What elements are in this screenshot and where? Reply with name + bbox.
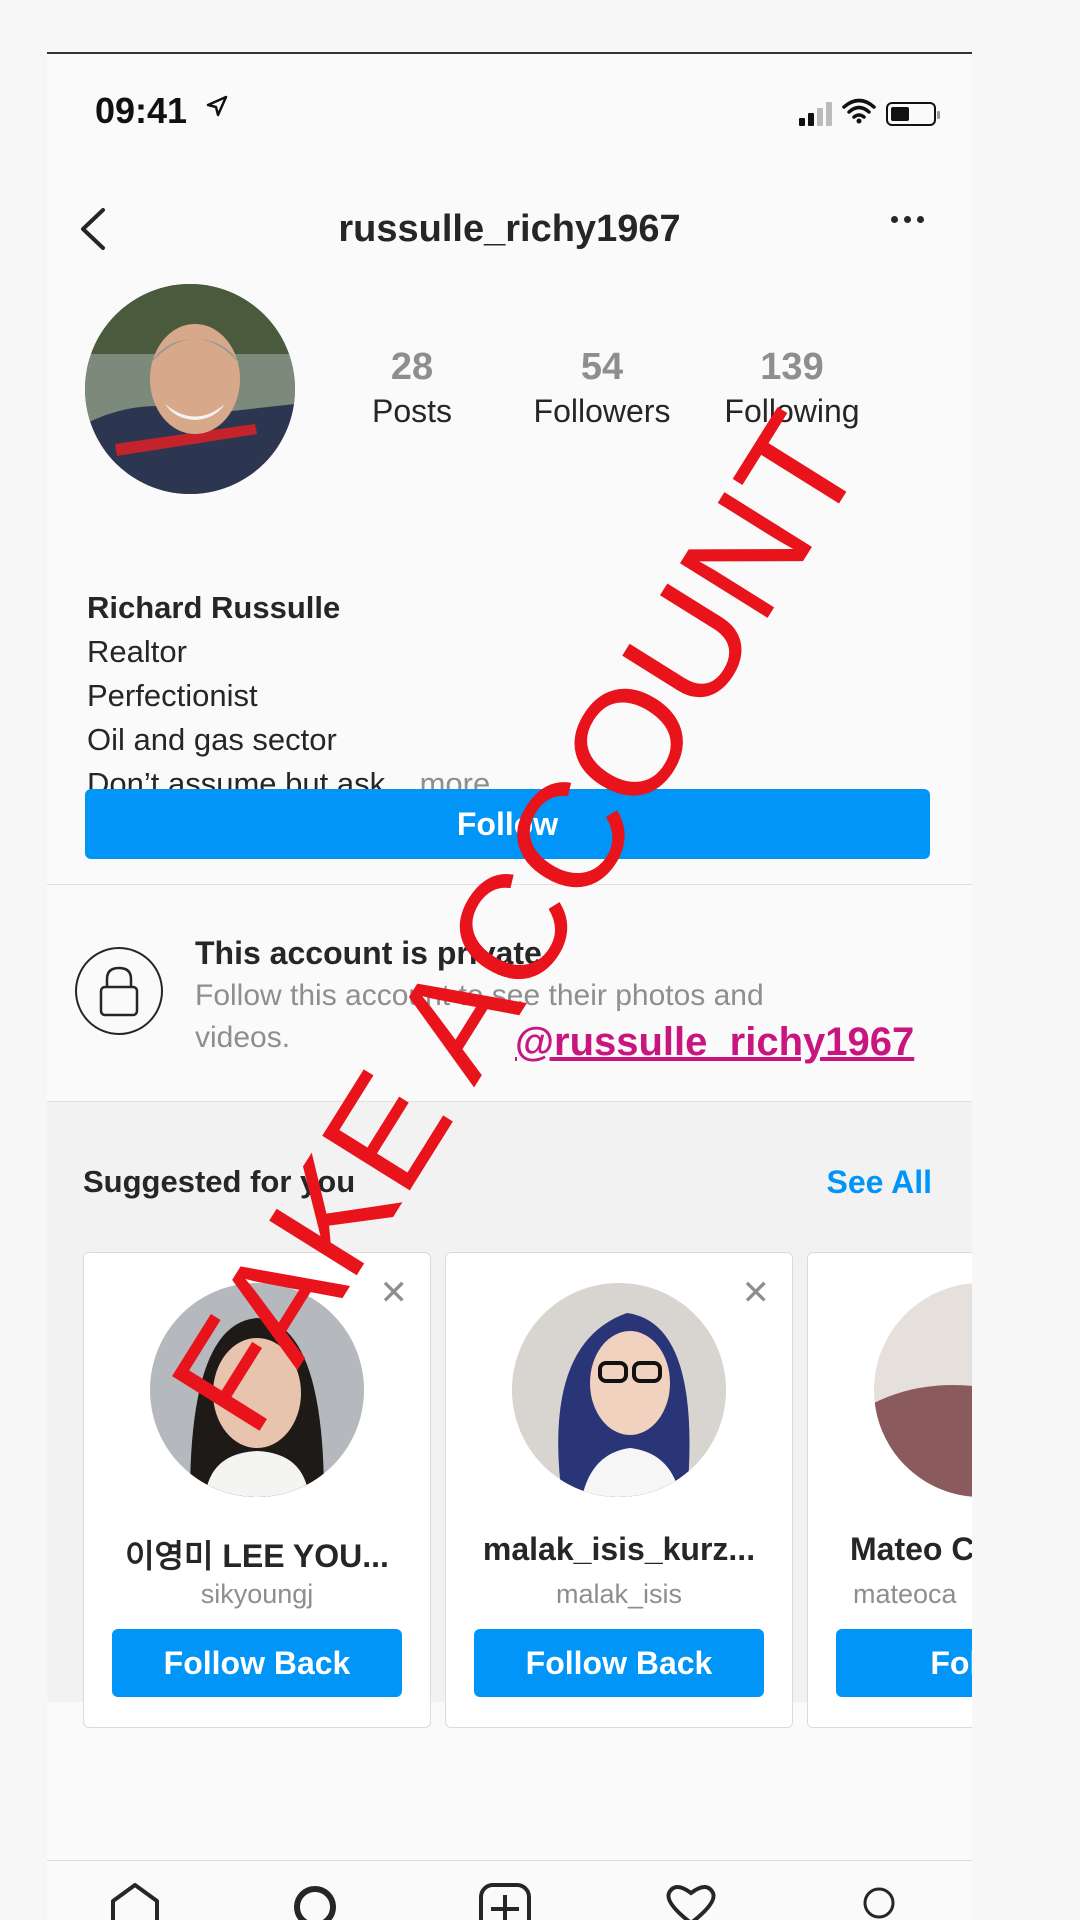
location-arrow-icon [205, 94, 229, 123]
suggested-title: Suggested for you [83, 1164, 356, 1199]
private-title: This account is private [195, 935, 542, 971]
follow-back-button[interactable]: Follow Back [474, 1629, 764, 1697]
see-all-link[interactable]: See All [826, 1164, 932, 1201]
search-icon[interactable] [291, 1883, 341, 1920]
status-indicators [799, 98, 940, 129]
suggested-card[interactable]: ✕ 이영미 LEE YOU... sikyoungj Follow Back [83, 1252, 431, 1728]
suggested-name: Mateo C [850, 1531, 972, 1567]
following-label: Following [724, 393, 860, 429]
bottom-tab-bar [47, 1860, 972, 1920]
close-icon[interactable]: ✕ [380, 1273, 409, 1313]
wifi-icon [842, 98, 876, 129]
suggested-section: Suggested for you See All ✕ 이영미 LEE YOU.… [47, 1102, 972, 1728]
following-count: 139 [760, 346, 824, 388]
cellular-signal-icon [799, 101, 832, 126]
profile-avatar[interactable] [85, 284, 295, 494]
handle-overlay-text: @russulle_richy1967 [515, 1020, 915, 1064]
suggested-name: 이영미 LEE YOU... [125, 1538, 389, 1574]
follow-back-button[interactable]: Follow Back [112, 1629, 402, 1697]
bio-line: Perfectionist [87, 678, 258, 713]
suggested-handle: mateoca [853, 1579, 957, 1609]
more-options-icon[interactable] [891, 216, 924, 223]
suggested-handle: sikyoungj [200, 1579, 314, 1609]
close-icon[interactable]: ✕ [742, 1273, 771, 1313]
phone-screen: 09:41 russulle_richy1967 28 Posts 54 Fol… [47, 52, 972, 1920]
suggested-avatar[interactable] [512, 1283, 726, 1497]
posts-count: 28 [390, 346, 434, 388]
suggested-card[interactable]: Mateo C mateoca Follow [807, 1252, 972, 1728]
profile-header: russulle_richy1967 [47, 184, 972, 264]
suggested-name: malak_isis_kurz... [482, 1531, 756, 1567]
follow-button-partial[interactable]: Follow [836, 1629, 972, 1697]
battery-icon [886, 101, 940, 126]
bio-line: Oil and gas sector [87, 722, 337, 757]
profile-bio: Richard Russulle Realtor Perfectionist O… [87, 586, 490, 806]
profile-full-name: Richard Russulle [87, 590, 341, 625]
stat-followers[interactable]: 54 Followers [517, 346, 687, 430]
follow-button[interactable]: Follow [85, 789, 930, 859]
followers-count: 54 [580, 346, 624, 388]
profile-username-title: russulle_richy1967 [338, 208, 681, 250]
heart-icon[interactable] [661, 1883, 721, 1920]
stat-following[interactable]: 139 Following [707, 346, 877, 430]
add-post-icon[interactable] [477, 1883, 533, 1920]
battery-level [891, 106, 909, 121]
status-time: 09:41 [95, 90, 188, 131]
stat-posts[interactable]: 28 Posts [327, 346, 497, 430]
home-icon[interactable] [107, 1883, 163, 1920]
status-bar: 09:41 [47, 54, 972, 164]
suggested-handle: malak_isis [555, 1579, 683, 1609]
suggested-avatar[interactable] [150, 1283, 364, 1497]
posts-label: Posts [371, 393, 453, 429]
bio-line: Realtor [87, 634, 187, 669]
suggested-avatar[interactable] [874, 1283, 972, 1497]
suggested-card[interactable]: ✕ malak_isis_kurz... malak_isis Follow B… [445, 1252, 793, 1728]
lock-icon [75, 947, 163, 1035]
profile-icon[interactable] [859, 1883, 899, 1920]
followers-label: Followers [533, 393, 671, 429]
private-account-notice: This account is private Follow this acco… [47, 884, 972, 1102]
